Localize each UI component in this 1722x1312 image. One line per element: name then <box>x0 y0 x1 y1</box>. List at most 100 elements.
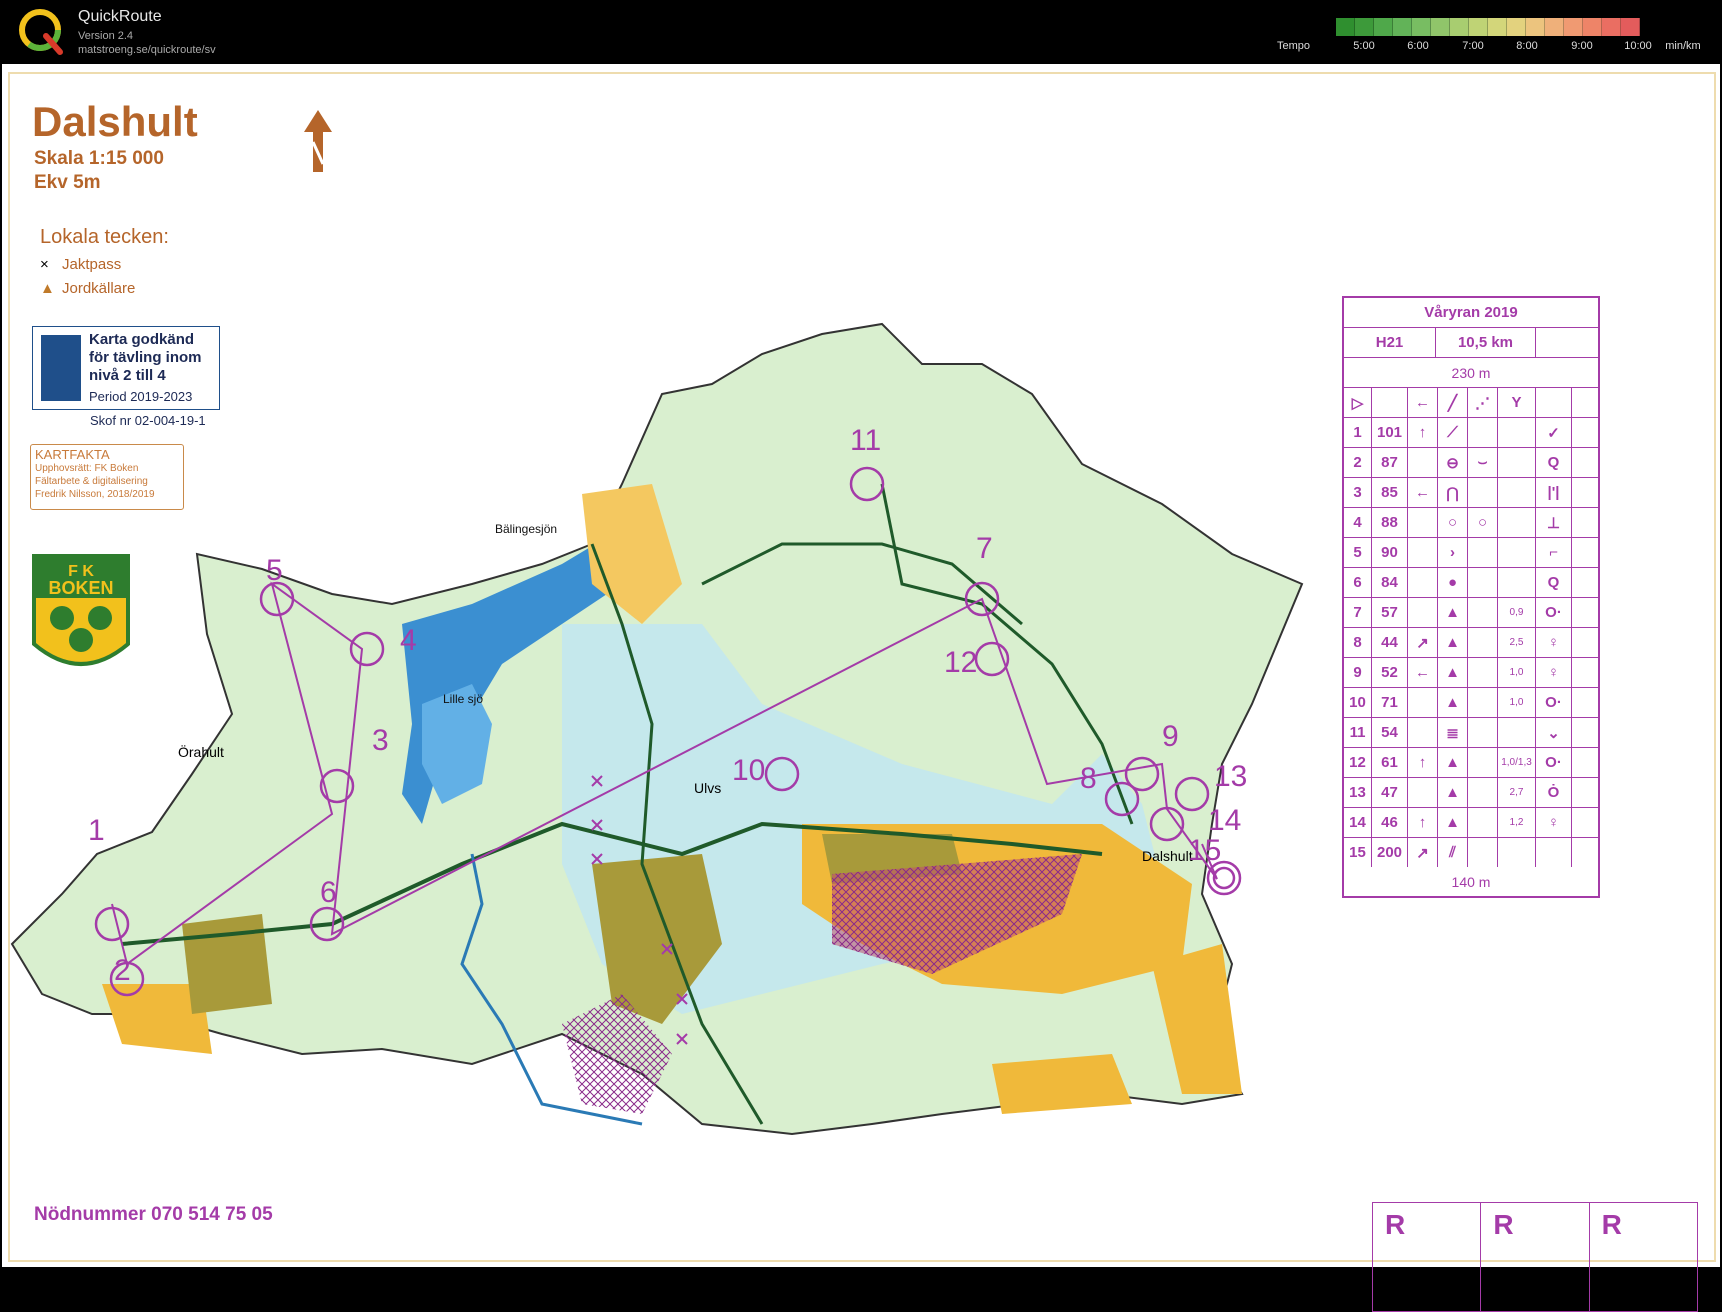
cross-icon: × <box>40 256 49 273</box>
cd-symbol: ← <box>1408 658 1438 687</box>
cd-symbol <box>1498 508 1536 537</box>
cd-symbol: Ȯ <box>1536 778 1572 807</box>
cd-control-code: 87 <box>1372 448 1408 477</box>
cd-event: Våryran 2019 <box>1424 304 1518 321</box>
cd-symbol <box>1468 658 1498 687</box>
cd-control-code: 52 <box>1372 658 1408 687</box>
cd-control-number: 3 <box>1344 478 1372 507</box>
quickroute-logo-icon <box>19 9 63 55</box>
cd-symbol: ⌐ <box>1536 538 1572 567</box>
cd-symbol: ⫽ <box>1438 838 1468 867</box>
cd-symbol: › <box>1438 538 1468 567</box>
cd-symbol: O· <box>1536 748 1572 777</box>
tempo-label: Tempo <box>1277 40 1311 52</box>
cd-control-code: 47 <box>1372 778 1408 807</box>
cd-symbol: ▲ <box>1438 628 1468 657</box>
control-number: 13 <box>1214 760 1248 793</box>
cd-symbol: ▲ <box>1438 778 1468 807</box>
tempo-tick: 8:00 <box>1516 40 1538 52</box>
kartfakta-line: Fredrik Nilsson, 2018/2019 <box>35 489 155 500</box>
cd-control-code: 85 <box>1372 478 1408 507</box>
tempo-color-segment <box>1412 18 1431 36</box>
cd-control-number: 10 <box>1344 688 1372 717</box>
cd-control-row: 5 90 › ⌐ <box>1344 538 1598 568</box>
kartfakta-title: KARTFAKTA <box>35 447 110 462</box>
map-canvas[interactable]: Dalshult Skala 1:15 000 Ekv 5m Lokala te… <box>2 64 1720 1312</box>
cd-symbol <box>1498 568 1536 597</box>
emergency-number: Nödnummer 070 514 75 05 <box>34 1204 273 1225</box>
cd-symbol <box>1572 658 1598 687</box>
cd-symbol: 1,0 <box>1498 658 1536 687</box>
cd-symbol <box>1468 778 1498 807</box>
cd-symbol <box>1572 508 1598 537</box>
cd-control-rows: 1 101 ↑ ⟋ ✓ 2 87 ⊖ ⌣ Q 3 85 ← ⋂ |'| 4 88 ○ ○ ⊥ 5 90 › ⌐ 6 84 ● Q 7 57… <box>1344 418 1598 867</box>
cd-control-row: 4 88 ○ ○ ⊥ <box>1344 508 1598 538</box>
club-logo-text: BOKEN <box>48 578 113 598</box>
cd-symbol: ← <box>1408 478 1438 507</box>
cd-control-number: 1 <box>1344 418 1372 447</box>
cd-symbol <box>1572 598 1598 627</box>
skof-number: Skof nr 02-004-19-1 <box>90 413 206 428</box>
cd-control-row: 6 84 ● Q <box>1344 568 1598 598</box>
app-header: QuickRoute Version 2.4 matstroeng.se/qui… <box>0 0 1722 64</box>
cd-symbol: O· <box>1536 598 1572 627</box>
cd-symbol: ↗ <box>1408 838 1438 867</box>
cd-symbol <box>1468 718 1498 747</box>
control-number: 9 <box>1162 720 1179 753</box>
control-description-sheet: Våryran 2019 H21 10,5 km 230 m ▷ ← ╱ ⋰ Y… <box>1342 296 1600 898</box>
cd-symbol: 1,0/1,3 <box>1498 748 1536 777</box>
cd-symbol: ▲ <box>1438 688 1468 717</box>
cd-class: H21 <box>1344 328 1436 357</box>
control-number: 15 <box>1188 834 1222 867</box>
cd-symbol: ○ <box>1468 508 1498 537</box>
settlement-area <box>182 914 272 1014</box>
place-name: Ulvs <box>694 780 722 796</box>
cd-symbol <box>1408 688 1438 717</box>
open-land <box>992 1054 1132 1114</box>
cd-symbol <box>1408 538 1438 567</box>
cd-symbol: ⊖ <box>1438 448 1468 477</box>
tempo-tick: 7:00 <box>1462 40 1484 52</box>
cd-control-code: 71 <box>1372 688 1408 717</box>
cd-control-code: 200 <box>1372 838 1408 867</box>
cd-symbol: |'| <box>1536 478 1572 507</box>
cd-symbol: Q <box>1536 568 1572 597</box>
start-triangle-icon: ▷ <box>1344 388 1372 417</box>
cd-control-number: 9 <box>1344 658 1372 687</box>
cd-control-code: 90 <box>1372 538 1408 567</box>
cd-control-number: 6 <box>1344 568 1372 597</box>
cd-symbol: ✓ <box>1536 418 1572 447</box>
cd-symbol: ● <box>1438 568 1468 597</box>
control-number: 8 <box>1080 762 1097 795</box>
cd-symbol <box>1498 448 1536 477</box>
cd-symbol: O· <box>1536 688 1572 717</box>
cd-symbol: 2,7 <box>1498 778 1536 807</box>
tempo-color-segment <box>1507 18 1526 36</box>
app-version: Version 2.4 <box>78 30 134 42</box>
cd-symbol <box>1572 808 1598 837</box>
cd-symbol: ▲ <box>1438 808 1468 837</box>
cd-symbol <box>1498 538 1536 567</box>
approval-period: Period 2019-2023 <box>89 389 193 404</box>
legend-item: ▲ Jordkällare <box>40 280 135 297</box>
cd-symbol <box>1572 418 1598 447</box>
cd-symbol <box>1572 568 1598 597</box>
control-number: 12 <box>944 646 978 679</box>
legend-label: Jaktpass <box>62 256 122 273</box>
cd-control-row: 13 47 ▲ 2,7 Ȯ <box>1344 778 1598 808</box>
slash-icon: ╱ <box>1438 388 1468 417</box>
cd-symbol: ↑ <box>1408 808 1438 837</box>
cd-symbol: 2,5 <box>1498 628 1536 657</box>
cd-symbol <box>1498 418 1536 447</box>
cd-symbol: ⊥ <box>1536 508 1572 537</box>
tempo-color-segment <box>1393 18 1412 36</box>
cd-symbol: ⌣ <box>1468 448 1498 477</box>
cd-control-row: 1 101 ↑ ⟋ ✓ <box>1344 418 1598 448</box>
cd-symbol <box>1468 688 1498 717</box>
cd-finish-distance: 140 m <box>1451 873 1491 890</box>
kartfakta-line: Fältarbete & digitalisering <box>35 476 148 487</box>
cd-control-row: 15 200 ↗ ⫽ <box>1344 838 1598 867</box>
app-url[interactable]: matstroeng.se/quickroute/sv <box>78 44 216 56</box>
relay-boxes: R R R <box>1372 1202 1698 1312</box>
control-number: 11 <box>850 424 882 457</box>
